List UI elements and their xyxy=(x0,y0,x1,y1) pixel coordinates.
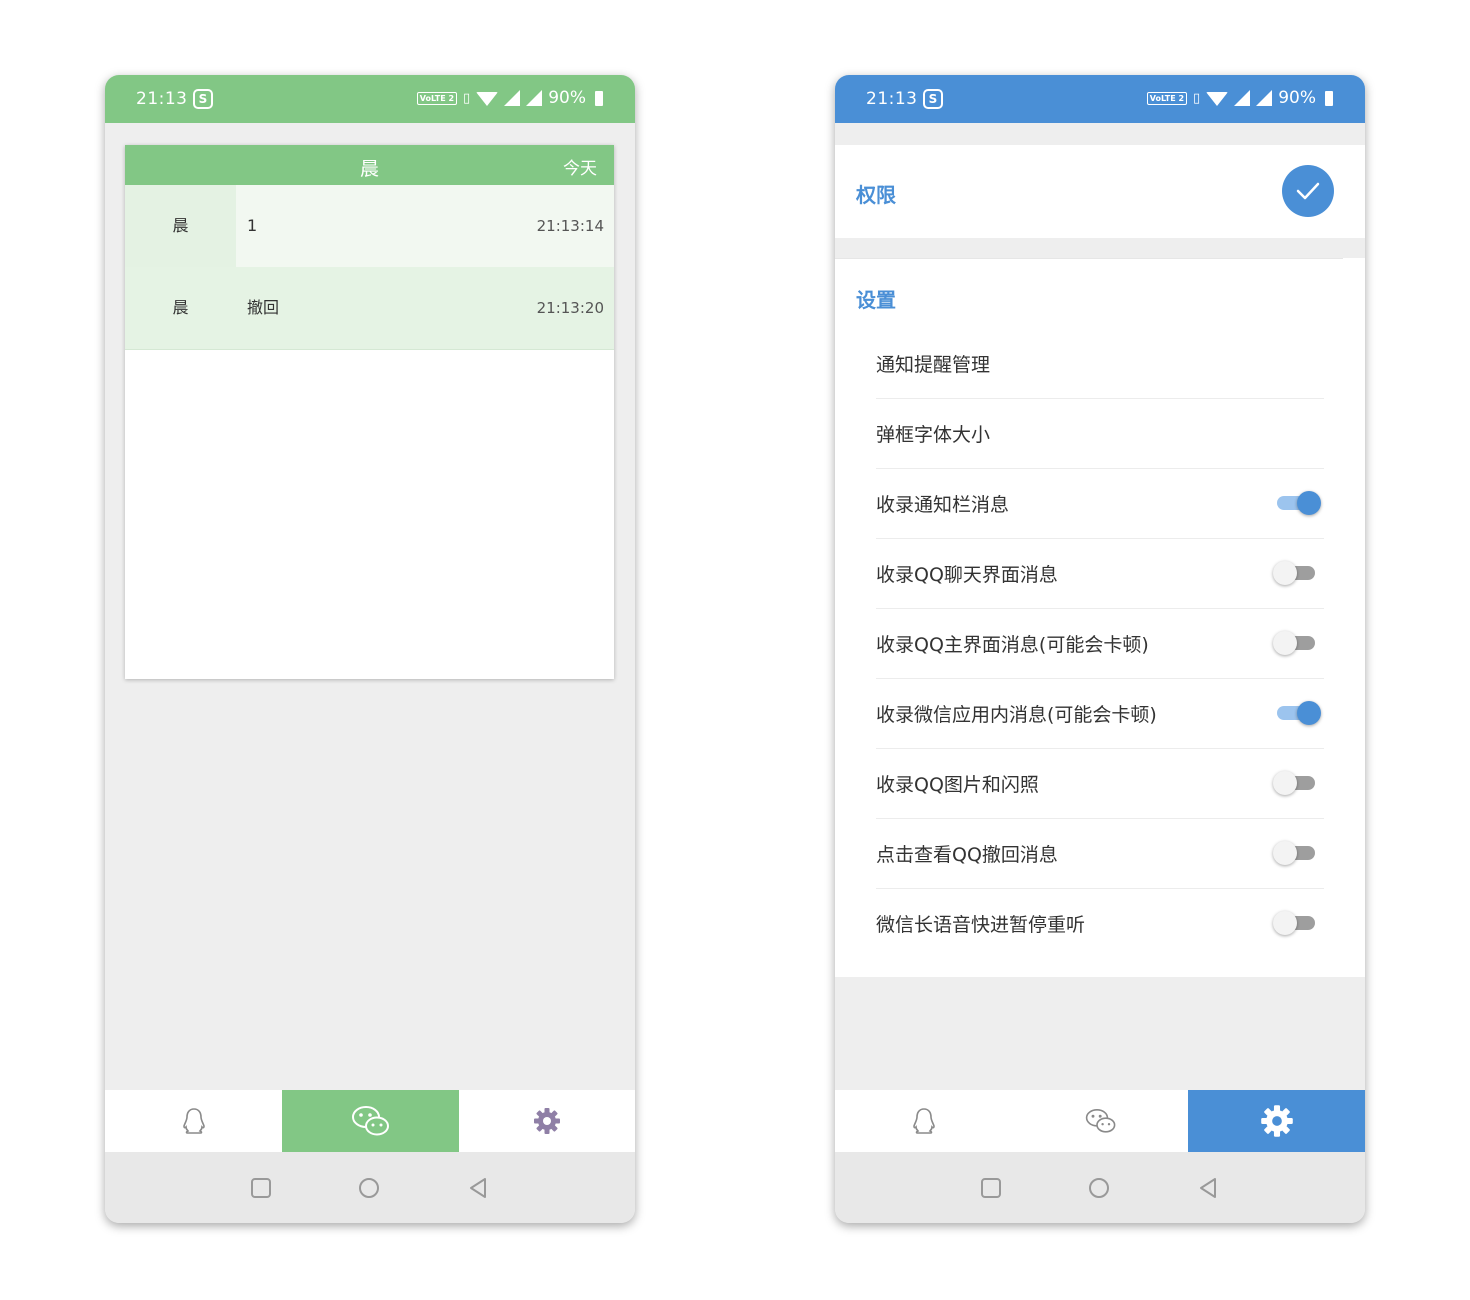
home-circle-icon[interactable] xyxy=(358,1177,380,1199)
qq-icon xyxy=(912,1108,935,1134)
setting-label: 收录通知栏消息 xyxy=(876,494,1010,516)
check-icon xyxy=(1296,182,1320,200)
signal-icon-2 xyxy=(1256,90,1273,106)
setting-notification-manage[interactable]: 通知提醒管理 xyxy=(876,328,1324,399)
settings-card: 设置 通知提醒管理 弹框字体大小 收录通知栏消息 收录QQ聊天界面消息 收录QQ… xyxy=(835,258,1365,977)
setting-record-wechat-in-app: 收录微信应用内消息(可能会卡顿) xyxy=(876,678,1324,749)
tab-qq[interactable] xyxy=(105,1090,282,1152)
signal-icon xyxy=(1234,90,1251,106)
setting-wechat-long-voice: 微信长语音快进暂停重听 xyxy=(876,888,1324,958)
setting-label: 收录微信应用内消息(可能会卡顿) xyxy=(876,704,1157,726)
back-triangle-icon[interactable] xyxy=(467,1177,489,1199)
wifi-icon xyxy=(476,92,499,106)
vibrate-icon: ▯ xyxy=(463,90,471,106)
tab-qq[interactable] xyxy=(835,1090,1012,1152)
wifi-icon xyxy=(1206,92,1229,106)
wechat-icon xyxy=(351,1106,389,1136)
message-sender: 晨 xyxy=(172,298,189,317)
toggle-switch[interactable] xyxy=(1273,911,1319,935)
setting-label: 通知提醒管理 xyxy=(876,354,991,376)
status-bar: 21:13 S VoLTE 2 ▯ 90% xyxy=(105,75,635,123)
message-content: 撤回 xyxy=(247,298,280,317)
toggle-switch[interactable] xyxy=(1275,491,1321,515)
message-content: 1 xyxy=(247,216,258,235)
setting-view-qq-recalled: 点击查看QQ撤回消息 xyxy=(876,818,1324,889)
toggle-switch[interactable] xyxy=(1273,561,1319,585)
back-triangle-icon[interactable] xyxy=(1197,1177,1219,1199)
battery-percent: 90% xyxy=(548,88,586,108)
toggle-switch[interactable] xyxy=(1275,701,1321,725)
permission-card: 权限 xyxy=(835,145,1365,238)
system-nav-bar xyxy=(835,1152,1365,1223)
volte-icon: VoLTE 2 xyxy=(416,91,458,105)
message-row[interactable]: 晨 1 21:13:14 xyxy=(125,185,614,267)
setting-record-qq-chat: 收录QQ聊天界面消息 xyxy=(876,538,1324,609)
message-time: 21:13:20 xyxy=(536,299,604,317)
setting-label: 收录QQ主界面消息(可能会卡顿) xyxy=(876,634,1149,656)
battery-icon xyxy=(595,90,603,106)
setting-dialog-font-size[interactable]: 弹框字体大小 xyxy=(876,398,1324,469)
settings-title: 设置 xyxy=(856,288,896,312)
gear-icon xyxy=(1260,1105,1293,1137)
app-notification-icon: S xyxy=(193,89,213,109)
card-date-label: 今天 xyxy=(563,159,597,179)
status-bar: 21:13 S VoLTE 2 ▯ 90% xyxy=(835,75,1365,123)
toggle-switch[interactable] xyxy=(1273,841,1319,865)
battery-percent: 90% xyxy=(1278,88,1316,108)
tab-settings[interactable] xyxy=(1188,1090,1365,1152)
system-nav-bar xyxy=(105,1152,635,1223)
app-notification-icon: S xyxy=(923,89,943,109)
tab-settings[interactable] xyxy=(458,1090,635,1152)
phone-screen-settings: 21:13 S VoLTE 2 ▯ 90% 权限 设置 通知提醒管理 弹框字体大… xyxy=(835,75,1365,1223)
wechat-icon xyxy=(1085,1109,1115,1133)
setting-record-qq-main: 收录QQ主界面消息(可能会卡顿) xyxy=(876,608,1324,679)
setting-label: 微信长语音快进暂停重听 xyxy=(876,914,1086,936)
bottom-nav xyxy=(105,1090,635,1152)
status-time: 21:13 xyxy=(136,89,188,109)
message-time: 21:13:14 xyxy=(536,217,604,235)
message-row[interactable]: 晨 撤回 21:13:20 xyxy=(125,267,614,350)
signal-icon-2 xyxy=(526,90,543,106)
qq-icon xyxy=(182,1108,205,1134)
toggle-switch[interactable] xyxy=(1273,631,1319,655)
permission-title: 权限 xyxy=(856,183,896,207)
card-header: 晨 今天 xyxy=(125,145,614,185)
tab-wechat[interactable] xyxy=(1012,1090,1189,1152)
card-title: 晨 xyxy=(359,158,379,180)
recents-square-icon[interactable] xyxy=(980,1177,1002,1199)
setting-record-notification-bar: 收录通知栏消息 xyxy=(876,468,1324,539)
setting-label: 弹框字体大小 xyxy=(876,424,991,446)
bottom-nav xyxy=(835,1090,1365,1152)
home-circle-icon[interactable] xyxy=(1088,1177,1110,1199)
setting-label: 收录QQ图片和闪照 xyxy=(876,774,1039,796)
status-time: 21:13 xyxy=(866,89,918,109)
volte-icon: VoLTE 2 xyxy=(1146,91,1188,105)
message-card: 晨 今天 晨 1 21:13:14 晨 撤回 21:13:20 xyxy=(125,145,614,679)
permission-granted-button[interactable] xyxy=(1282,165,1334,217)
recents-square-icon[interactable] xyxy=(250,1177,272,1199)
phone-screen-messages: 21:13 S VoLTE 2 ▯ 90% 晨 今天 晨 1 21:13:14 … xyxy=(105,75,635,1223)
battery-icon xyxy=(1325,90,1333,106)
signal-icon xyxy=(504,90,521,106)
toggle-switch[interactable] xyxy=(1273,771,1319,795)
tab-wechat[interactable] xyxy=(282,1090,459,1152)
setting-label: 收录QQ聊天界面消息 xyxy=(876,564,1058,586)
gear-icon xyxy=(533,1108,560,1134)
setting-label: 点击查看QQ撤回消息 xyxy=(876,844,1058,866)
message-sender: 晨 xyxy=(125,185,236,267)
vibrate-icon: ▯ xyxy=(1193,90,1201,106)
setting-record-qq-images: 收录QQ图片和闪照 xyxy=(876,748,1324,819)
